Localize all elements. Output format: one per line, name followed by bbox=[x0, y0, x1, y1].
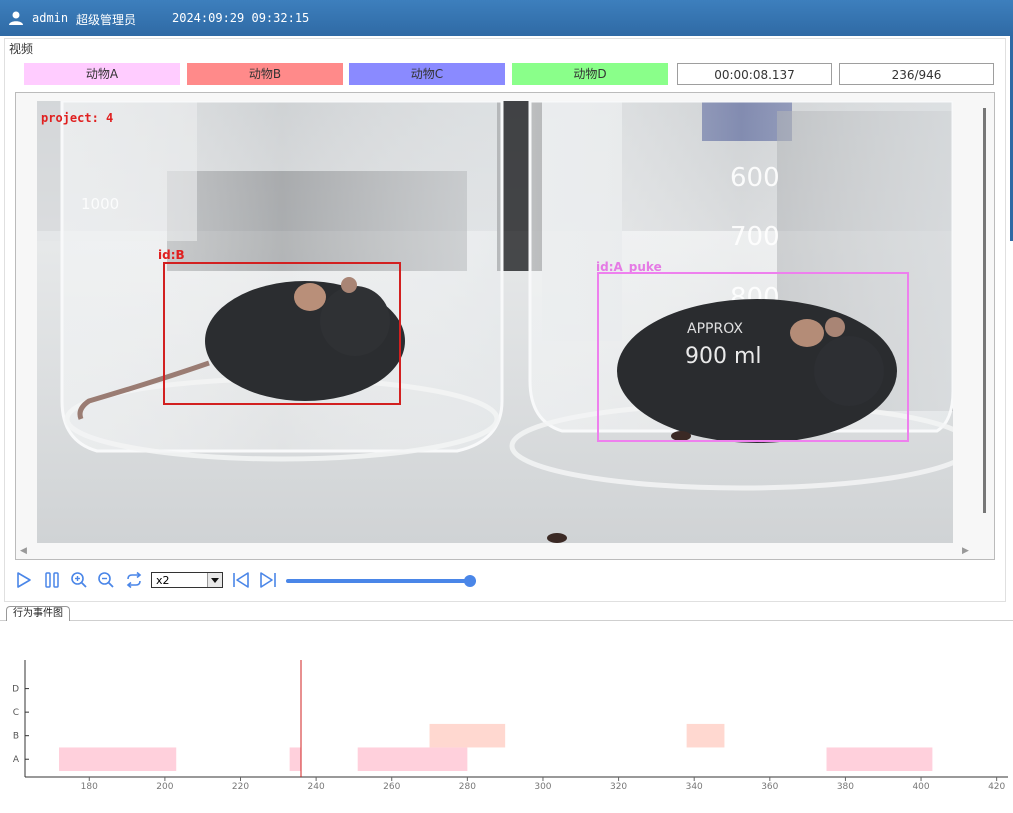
scroll-right-arrow[interactable]: ▶ bbox=[962, 546, 969, 556]
event-bar-B-4 bbox=[429, 723, 506, 748]
chevron-down-icon[interactable] bbox=[207, 573, 222, 587]
progress-handle[interactable] bbox=[464, 575, 476, 587]
event-bar-A-1 bbox=[289, 747, 301, 771]
tab-behavior-events[interactable]: 行为事件图 bbox=[6, 606, 70, 621]
play-icon[interactable] bbox=[14, 570, 34, 590]
event-bar-B-5 bbox=[686, 723, 725, 748]
panel-title: 视频 bbox=[9, 42, 34, 56]
x-tick-label-420: 420 bbox=[988, 782, 1005, 792]
detection-box-b bbox=[163, 262, 401, 405]
username: admin bbox=[32, 11, 69, 25]
y-tick-label-A: A bbox=[13, 755, 20, 765]
datetime: 2024:09:29 09:32:15 bbox=[172, 11, 310, 25]
x-tick-label-400: 400 bbox=[912, 782, 929, 792]
x-tick-label-300: 300 bbox=[534, 782, 551, 792]
zoom-out-icon[interactable] bbox=[96, 570, 116, 590]
user-role: 超级管理员 bbox=[76, 13, 137, 27]
scroll-left-arrow[interactable]: ◀ bbox=[20, 546, 27, 556]
y-tick-label-C: C bbox=[13, 708, 19, 718]
x-tick-label-320: 320 bbox=[610, 782, 627, 792]
y-tick-label-D: D bbox=[12, 685, 19, 695]
tab-divider bbox=[0, 620, 1013, 621]
time-display: 00:00:08.137 bbox=[677, 63, 832, 85]
detection-label-b: id:B bbox=[158, 248, 185, 262]
tag-animal-b[interactable]: 动物B bbox=[187, 63, 343, 85]
x-tick-label-200: 200 bbox=[156, 782, 173, 792]
speed-select[interactable]: x2 bbox=[151, 572, 223, 588]
tag-animal-d[interactable]: 动物D bbox=[512, 63, 668, 85]
svg-text:700: 700 bbox=[730, 222, 780, 252]
event-bar-A-3 bbox=[826, 747, 933, 771]
x-tick-label-220: 220 bbox=[232, 782, 249, 792]
previous-frame-icon[interactable] bbox=[231, 570, 251, 590]
project-label: project: 4 bbox=[41, 111, 114, 125]
behavior-event-chart: A B C D 180 200 220 240 260 280 300 320 340 360 380 400… bbox=[12, 660, 1008, 792]
event-bar-A-2 bbox=[357, 747, 468, 771]
x-tick-label-340: 340 bbox=[686, 782, 703, 792]
y-tick-label-B: B bbox=[13, 732, 19, 742]
user-icon bbox=[9, 11, 23, 25]
loop-icon[interactable] bbox=[124, 570, 144, 590]
svg-text:1000: 1000 bbox=[81, 195, 119, 213]
x-tick-label-180: 180 bbox=[81, 782, 98, 792]
progress-slider[interactable] bbox=[286, 579, 476, 583]
pause-icon[interactable] bbox=[42, 570, 62, 590]
next-frame-icon[interactable] bbox=[258, 570, 278, 590]
tag-animal-c[interactable]: 动物C bbox=[349, 63, 505, 85]
x-tick-label-380: 380 bbox=[837, 782, 854, 792]
detection-box-a bbox=[597, 272, 909, 442]
svg-text:600: 600 bbox=[730, 163, 780, 193]
event-bar-A-0 bbox=[59, 747, 177, 771]
top-bar: admin 超级管理员 2024:09:29 09:32:15 bbox=[0, 0, 1013, 36]
vertical-scrollbar[interactable] bbox=[983, 108, 986, 513]
tag-animal-a[interactable]: 动物A bbox=[24, 63, 180, 85]
x-tick-label-240: 240 bbox=[308, 782, 325, 792]
x-tick-label-280: 280 bbox=[459, 782, 476, 792]
x-tick-label-260: 260 bbox=[383, 782, 400, 792]
x-tick-label-360: 360 bbox=[761, 782, 778, 792]
zoom-in-icon[interactable] bbox=[69, 570, 89, 590]
speed-value: x2 bbox=[156, 574, 170, 587]
frame-counter: 236/946 bbox=[839, 63, 994, 85]
